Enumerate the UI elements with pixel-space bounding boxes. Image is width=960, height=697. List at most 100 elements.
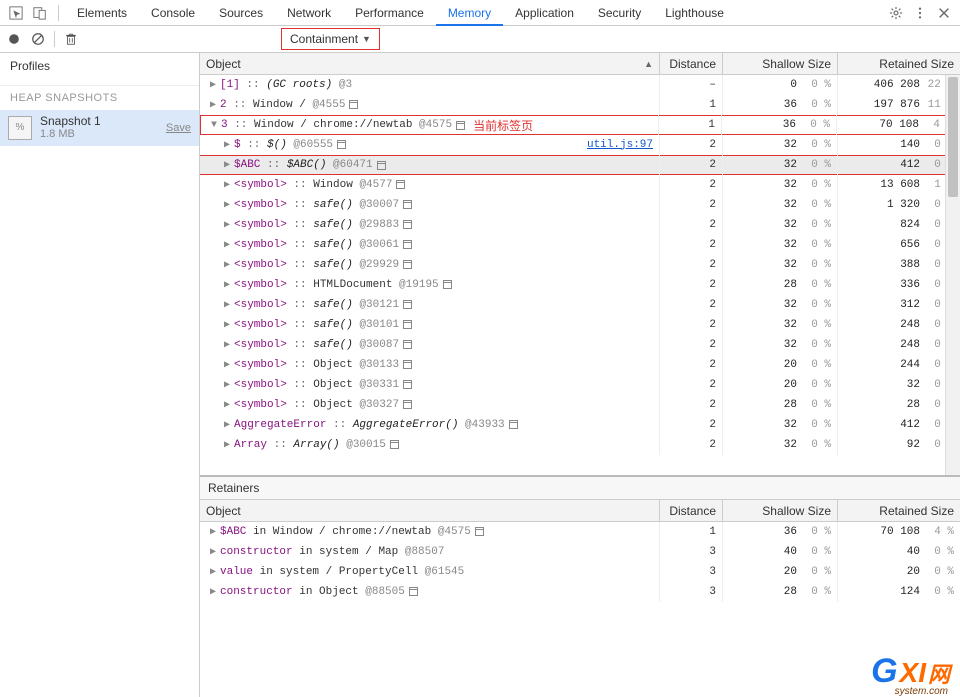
snapshot-icon: % — [8, 116, 32, 140]
expand-icon[interactable]: ▶ — [208, 566, 218, 578]
inspect-icon[interactable] — [8, 5, 24, 21]
window-icon — [337, 140, 346, 149]
save-link[interactable]: Save — [166, 122, 191, 134]
table-row[interactable]: ▶$ABC in Window / chrome://newtab @45751… — [200, 522, 960, 542]
window-icon — [403, 260, 412, 269]
retainers-body[interactable]: ▶$ABC in Window / chrome://newtab @45751… — [200, 522, 960, 697]
expand-icon[interactable]: ▶ — [208, 99, 218, 111]
heap-snapshots-header: HEAP SNAPSHOTS — [0, 85, 199, 110]
table-row[interactable]: ▶value in system / PropertyCell @6154532… — [200, 562, 960, 582]
expand-icon[interactable]: ▶ — [208, 586, 218, 598]
expand-icon[interactable]: ▶ — [222, 359, 232, 371]
tab-application[interactable]: Application — [503, 0, 586, 26]
window-icon — [349, 100, 358, 109]
expand-icon[interactable]: ▶ — [222, 399, 232, 411]
tab-elements[interactable]: Elements — [65, 0, 139, 26]
expand-icon[interactable]: ▶ — [222, 219, 232, 231]
clear-icon[interactable] — [30, 31, 46, 47]
expand-icon[interactable]: ▶ — [222, 419, 232, 431]
expand-icon[interactable]: ▶ — [222, 279, 232, 291]
col-shallow[interactable]: Shallow Size — [723, 500, 838, 521]
table-row[interactable]: ▼3 :: Window / chrome://newtab @4575当前标签… — [200, 115, 960, 135]
expand-icon[interactable]: ▶ — [222, 339, 232, 351]
scrollbar[interactable] — [945, 75, 960, 475]
expand-icon[interactable]: ▶ — [222, 199, 232, 211]
separator — [58, 5, 59, 21]
table-row[interactable]: ▶[1] :: (GC roots) @3–00 %406 20822 % — [200, 75, 960, 95]
tab-performance[interactable]: Performance — [343, 0, 436, 26]
table-row[interactable]: ▶$ABC :: $ABC() @604712320 %4120 % — [200, 155, 960, 175]
col-shallow[interactable]: Shallow Size — [723, 53, 838, 74]
heap-table-area: Object▲ Distance Shallow Size Retained S… — [200, 53, 960, 697]
window-icon — [403, 220, 412, 229]
memory-toolbar: Containment ▼ — [0, 26, 960, 53]
table-row[interactable]: ▶<symbol> :: safe() @301212320 %3120 % — [200, 295, 960, 315]
expand-icon[interactable]: ▶ — [208, 526, 218, 538]
table-row[interactable]: ▶<symbol> :: safe() @298832320 %8240 % — [200, 215, 960, 235]
separator — [54, 31, 55, 47]
tab-security[interactable]: Security — [586, 0, 653, 26]
table-body[interactable]: ▶[1] :: (GC roots) @3–00 %406 20822 %▶2 … — [200, 75, 960, 475]
table-row[interactable]: ▶<symbol> :: Object @301332200 %2440 % — [200, 355, 960, 375]
table-row[interactable]: ▶constructor in system / Map @885073400 … — [200, 542, 960, 562]
col-object[interactable]: Object▲ — [200, 53, 660, 74]
col-retained[interactable]: Retained Size — [838, 500, 960, 521]
table-row[interactable]: ▶<symbol> :: HTMLDocument @191952280 %33… — [200, 275, 960, 295]
window-icon — [403, 380, 412, 389]
expand-icon[interactable]: ▶ — [222, 299, 232, 311]
expand-icon[interactable]: ▶ — [222, 259, 232, 271]
sort-up-icon: ▲ — [644, 59, 653, 69]
expand-icon[interactable]: ▶ — [222, 139, 232, 151]
window-icon — [475, 527, 484, 536]
col-distance[interactable]: Distance — [660, 500, 723, 521]
table-row[interactable]: ▶<symbol> :: Object @303312200 %320 % — [200, 375, 960, 395]
dropdown-label: Containment — [290, 32, 358, 46]
table-row[interactable]: ▶$ :: $() @60555util.js:972320 %1400 % — [200, 135, 960, 155]
expand-icon[interactable]: ▶ — [222, 239, 232, 251]
table-row[interactable]: ▶2 :: Window / @45551360 %197 87611 % — [200, 95, 960, 115]
expand-icon[interactable]: ▶ — [208, 79, 218, 91]
source-link[interactable]: util.js:97 — [587, 139, 653, 151]
table-row[interactable]: ▶Array :: Array() @300152320 %920 % — [200, 435, 960, 455]
gear-icon[interactable] — [888, 5, 904, 21]
tab-console[interactable]: Console — [139, 0, 207, 26]
table-row[interactable]: ▶constructor in Object @885053280 %1240 … — [200, 582, 960, 602]
close-icon[interactable] — [936, 5, 952, 21]
window-icon — [390, 440, 399, 449]
record-icon[interactable] — [6, 31, 22, 47]
view-dropdown[interactable]: Containment ▼ — [281, 28, 380, 50]
expand-icon[interactable]: ▶ — [222, 179, 232, 191]
col-distance[interactable]: Distance — [660, 53, 723, 74]
collapse-icon[interactable]: ▼ — [209, 120, 219, 131]
snapshot-item[interactable]: % Snapshot 1 1.8 MB Save — [0, 110, 199, 146]
tab-sources[interactable]: Sources — [207, 0, 275, 26]
kebab-icon[interactable] — [912, 5, 928, 21]
window-icon — [456, 121, 465, 130]
table-row[interactable]: ▶<symbol> :: Window @45772320 %13 6081 % — [200, 175, 960, 195]
tab-memory[interactable]: Memory — [436, 0, 503, 26]
table-row[interactable]: ▶<symbol> :: safe() @301012320 %2480 % — [200, 315, 960, 335]
expand-icon[interactable]: ▶ — [222, 159, 232, 171]
chevron-down-icon: ▼ — [362, 34, 371, 44]
window-icon — [396, 180, 405, 189]
col-object[interactable]: Object — [200, 500, 660, 521]
window-icon — [403, 240, 412, 249]
expand-icon[interactable]: ▶ — [222, 379, 232, 391]
expand-icon[interactable]: ▶ — [208, 546, 218, 558]
col-retained[interactable]: Retained Size — [838, 53, 960, 74]
tab-lighthouse[interactable]: Lighthouse — [653, 0, 736, 26]
table-row[interactable]: ▶<symbol> :: safe() @300072320 %1 3200 % — [200, 195, 960, 215]
expand-icon[interactable]: ▶ — [222, 439, 232, 451]
table-row[interactable]: ▶<symbol> :: safe() @300872320 %2480 % — [200, 335, 960, 355]
trash-icon[interactable] — [63, 31, 79, 47]
table-row[interactable]: ▶<symbol> :: safe() @299292320 %3880 % — [200, 255, 960, 275]
profiles-label: Profiles — [0, 53, 199, 79]
tab-network[interactable]: Network — [275, 0, 343, 26]
table-row[interactable]: ▶<symbol> :: safe() @300612320 %6560 % — [200, 235, 960, 255]
window-icon — [403, 400, 412, 409]
expand-icon[interactable]: ▶ — [222, 319, 232, 331]
window-icon — [443, 280, 452, 289]
table-row[interactable]: ▶<symbol> :: Object @303272280 %280 % — [200, 395, 960, 415]
device-icon[interactable] — [32, 5, 48, 21]
table-row[interactable]: ▶AggregateError :: AggregateError() @439… — [200, 415, 960, 435]
